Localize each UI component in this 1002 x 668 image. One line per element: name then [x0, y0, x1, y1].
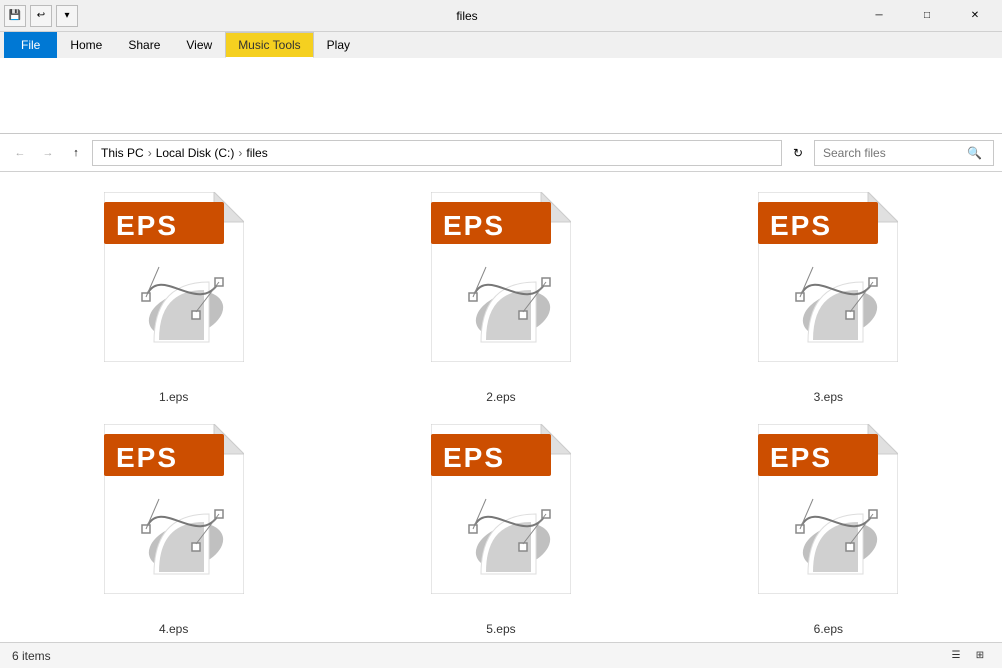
- file-icon-wrapper: EPS: [748, 424, 908, 614]
- minimize-button[interactable]: ─: [856, 0, 902, 32]
- tab-share[interactable]: Share: [115, 32, 173, 58]
- file-label: 2.eps: [486, 390, 515, 404]
- search-icon[interactable]: 🔍: [964, 140, 985, 166]
- eps-icon: EPS: [104, 424, 244, 594]
- file-item[interactable]: EPS: [421, 192, 581, 404]
- svg-text:EPS: EPS: [116, 442, 178, 473]
- file-item[interactable]: EPS: [421, 424, 581, 636]
- address-path[interactable]: This PC › Local Disk (C:) › files: [92, 140, 782, 166]
- file-item[interactable]: EPS: [748, 192, 908, 404]
- tab-music-tools[interactable]: Music Tools: [225, 32, 313, 58]
- refresh-button[interactable]: ↻: [786, 141, 810, 165]
- file-icon-wrapper: EPS: [421, 424, 581, 614]
- main-content: EPS: [0, 172, 1002, 642]
- eps-icon: EPS: [758, 424, 898, 594]
- file-item[interactable]: EPS: [748, 424, 908, 636]
- maximize-button[interactable]: □: [904, 0, 950, 32]
- eps-icon: EPS: [758, 192, 898, 362]
- svg-text:EPS: EPS: [116, 210, 178, 241]
- ribbon-content: [0, 58, 1002, 134]
- quick-access-save[interactable]: 💾: [4, 5, 26, 27]
- svg-text:EPS: EPS: [443, 442, 505, 473]
- eps-icon: EPS: [104, 192, 244, 362]
- file-icon-wrapper: EPS: [94, 424, 254, 614]
- eps-icon: EPS: [431, 424, 571, 594]
- path-local-disk[interactable]: Local Disk (C:): [156, 146, 235, 160]
- title-bar: 💾 ↩ ▾ files ─ □ ✕: [0, 0, 1002, 32]
- window-title: files: [78, 9, 856, 23]
- file-icon-wrapper: EPS: [94, 192, 254, 382]
- close-button[interactable]: ✕: [952, 0, 998, 32]
- search-input[interactable]: [823, 146, 964, 160]
- quick-access-more[interactable]: ▾: [56, 5, 78, 27]
- view-controls: ☰ ⊞: [946, 646, 990, 666]
- window-controls: ─ □ ✕: [856, 0, 998, 32]
- forward-button[interactable]: →: [36, 141, 60, 165]
- eps-icon: EPS: [431, 192, 571, 362]
- search-box[interactable]: 🔍: [814, 140, 994, 166]
- path-sep-2: ›: [238, 146, 242, 160]
- address-bar: ← → ↑ This PC › Local Disk (C:) › files …: [0, 134, 1002, 172]
- file-label: 3.eps: [814, 390, 843, 404]
- svg-text:EPS: EPS: [770, 442, 832, 473]
- file-icon-wrapper: EPS: [748, 192, 908, 382]
- tab-file[interactable]: File: [4, 32, 57, 58]
- file-item[interactable]: EPS: [94, 192, 254, 404]
- tab-home[interactable]: Home: [57, 32, 115, 58]
- file-label: 1.eps: [159, 390, 188, 404]
- file-icon-wrapper: EPS: [421, 192, 581, 382]
- up-button[interactable]: ↑: [64, 141, 88, 165]
- title-bar-left: 💾 ↩ ▾: [4, 5, 78, 27]
- file-label: 4.eps: [159, 622, 188, 636]
- list-view-button[interactable]: ☰: [946, 646, 966, 666]
- file-item[interactable]: EPS: [94, 424, 254, 636]
- back-button[interactable]: ←: [8, 141, 32, 165]
- svg-text:EPS: EPS: [443, 210, 505, 241]
- grid-view-button[interactable]: ⊞: [970, 646, 990, 666]
- tab-view[interactable]: View: [173, 32, 225, 58]
- path-sep-1: ›: [148, 146, 152, 160]
- path-this-pc[interactable]: This PC: [101, 146, 144, 160]
- status-bar: 6 items ☰ ⊞: [0, 642, 1002, 668]
- tab-play[interactable]: Play: [314, 32, 363, 58]
- quick-access-undo[interactable]: ↩: [30, 5, 52, 27]
- svg-text:EPS: EPS: [770, 210, 832, 241]
- file-label: 6.eps: [814, 622, 843, 636]
- files-grid: EPS: [30, 192, 972, 636]
- path-files[interactable]: files: [246, 146, 267, 160]
- ribbon-tabs: File Home Share View Music Tools Play: [0, 32, 1002, 58]
- item-count: 6 items: [12, 649, 51, 663]
- file-label: 5.eps: [486, 622, 515, 636]
